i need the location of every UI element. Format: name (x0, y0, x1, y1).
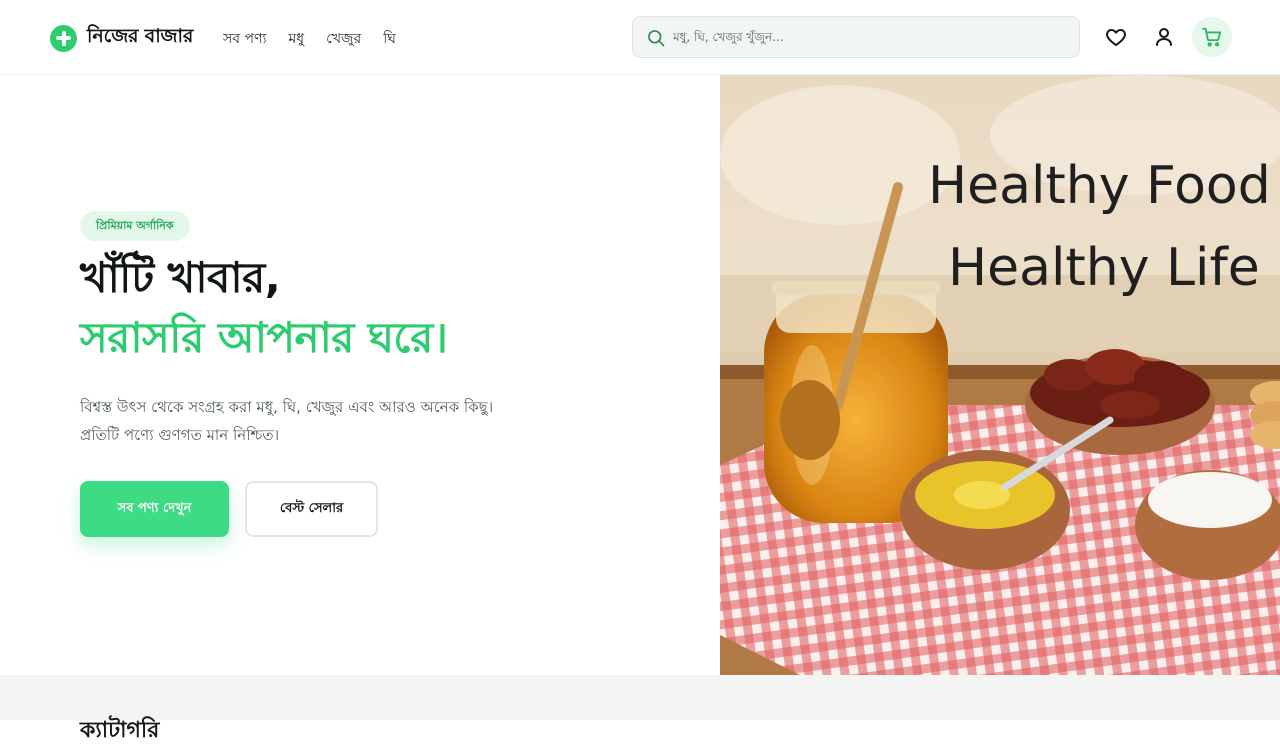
search-bar (632, 16, 1080, 58)
view-all-products-button[interactable]: সব পণ্য দেখুন (80, 481, 229, 537)
search-icon (648, 30, 665, 47)
brand-logo[interactable]: নিজের বাজার (50, 22, 193, 54)
main-nav: সব পণ্য মধু খেজুর ঘি (223, 27, 396, 51)
cart-icon (1201, 27, 1222, 47)
hero-section: প্রিমিয়াম অর্গানিক খাঁটি খাবার, সরাসরি … (0, 75, 720, 675)
hero-description: বিশ্বস্ত উৎস থেকে সংগ্রহ করা মধু, ঘি, খে… (80, 393, 580, 449)
nav-ghee[interactable]: ঘি (383, 27, 396, 51)
hero-title-line2: সরাসরি আপনার ঘরে। (80, 313, 448, 362)
categories-title: ক্যাটাগরি (80, 718, 160, 743)
hero-badge: প্রিমিয়াম অর্গানিক (80, 211, 190, 241)
nav-dates[interactable]: খেজুর (326, 27, 361, 51)
hero-image-text-line2: Healthy Life (948, 238, 1260, 298)
plus-circle-icon (50, 24, 77, 52)
nav-all-products[interactable]: সব পণ্য (223, 27, 267, 51)
best-seller-button[interactable]: বেস্ট সেলার (245, 481, 378, 537)
brand-name: নিজের বাজার (87, 25, 194, 47)
categories-section: ক্যাটাগরি (0, 675, 1280, 743)
hero-description-line2: প্রতিটি পণ্যে গুণগত মান নিশ্চিত। (80, 426, 280, 444)
user-icon[interactable] (1152, 25, 1176, 49)
heart-icon[interactable] (1104, 25, 1128, 49)
nav-honey[interactable]: মধু (289, 27, 305, 51)
hero-illustration: Healthy Food Healthy Life (720, 75, 1280, 675)
cart-button[interactable] (1192, 17, 1232, 57)
hero-title-line1: খাঁটি খাবার, (80, 253, 281, 302)
hero-image-text-line1: Healthy Food (928, 156, 1271, 216)
hero-description-line1: বিশ্বস্ত উৎস থেকে সংগ্রহ করা মধু, ঘি, খে… (80, 398, 494, 416)
site-header: নিজের বাজার সব পণ্য মধু খেজুর ঘি (0, 0, 1280, 75)
search-input[interactable] (673, 17, 1073, 57)
hero-image: Healthy Food Healthy Life (720, 75, 1280, 675)
